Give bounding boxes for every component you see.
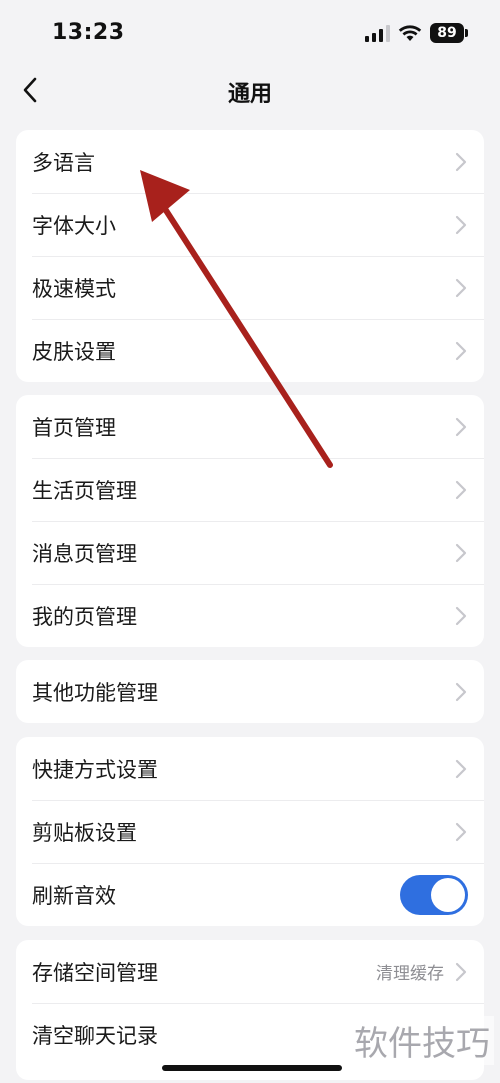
settings-group-pages: 首页管理 生活页管理 消息页管理 我的页管理 (16, 395, 484, 647)
settings-item-label: 首页管理 (32, 415, 116, 440)
status-time: 13:23 (52, 20, 125, 45)
clear-cache-value: 清理缓存 (376, 964, 444, 984)
settings-item-label: 剪贴板设置 (32, 820, 137, 845)
settings-item-label: 多语言 (32, 150, 95, 175)
settings-item-label: 刷新音效 (32, 883, 116, 908)
chevron-right-icon (454, 214, 468, 236)
chevron-right-icon (454, 821, 468, 843)
page-title: 通用 (227, 82, 272, 107)
cellular-signal-icon (365, 24, 390, 42)
navigation-bar: 通用 (0, 64, 500, 116)
settings-item-label: 消息页管理 (32, 541, 137, 566)
settings-item-label: 存储空间管理 (32, 960, 158, 985)
chevron-right-icon (454, 542, 468, 564)
settings-group-shortcuts: 快捷方式设置 剪贴板设置 刷新音效 (16, 737, 484, 926)
battery-indicator: 89 (430, 23, 468, 43)
settings-item-label: 字体大小 (32, 213, 116, 238)
settings-item-shortcuts[interactable]: 快捷方式设置 (16, 737, 484, 800)
settings-item-language[interactable]: 多语言 (16, 130, 484, 193)
settings-group-display: 多语言 字体大小 极速模式 皮肤设置 (16, 130, 484, 382)
settings-item-label: 其他功能管理 (32, 680, 158, 705)
refresh-sound-toggle[interactable] (400, 874, 468, 915)
settings-item-label: 快捷方式设置 (32, 757, 158, 782)
settings-item-skin[interactable]: 皮肤设置 (16, 319, 484, 382)
chevron-right-icon (454, 416, 468, 438)
settings-item-font-size[interactable]: 字体大小 (16, 193, 484, 256)
toggle-knob (431, 877, 465, 912)
chevron-right-icon (454, 758, 468, 780)
settings-item-label: 生活页管理 (32, 478, 137, 503)
status-icons: 89 (365, 22, 468, 44)
settings-item-clipboard[interactable]: 剪贴板设置 (16, 800, 484, 863)
settings-item-home-page[interactable]: 首页管理 (16, 395, 484, 458)
settings-item-life-page[interactable]: 生活页管理 (16, 458, 484, 521)
settings-item-label: 皮肤设置 (32, 339, 116, 364)
settings-item-storage[interactable]: 存储空间管理 清理缓存 (16, 940, 484, 1003)
settings-item-message-page[interactable]: 消息页管理 (16, 521, 484, 584)
settings-group-other: 其他功能管理 (16, 660, 484, 723)
chevron-right-icon (454, 277, 468, 299)
chevron-right-icon (454, 340, 468, 362)
chevron-right-icon (454, 961, 468, 983)
settings-item-refresh-sound: 刷新音效 (16, 863, 484, 926)
settings-item-my-page[interactable]: 我的页管理 (16, 584, 484, 647)
chevron-right-icon (454, 151, 468, 173)
settings-item-other-features[interactable]: 其他功能管理 (16, 660, 484, 723)
settings-item-label: 我的页管理 (32, 604, 137, 629)
wifi-icon (398, 25, 422, 41)
chevron-right-icon (454, 605, 468, 627)
home-indicator (162, 1065, 342, 1071)
status-bar: 13:23 89 (0, 0, 500, 64)
watermark: 软件技巧 (350, 1016, 494, 1065)
settings-item-speed-mode[interactable]: 极速模式 (16, 256, 484, 319)
chevron-right-icon (454, 681, 468, 703)
settings-item-label: 极速模式 (32, 276, 116, 301)
chevron-right-icon (454, 479, 468, 501)
